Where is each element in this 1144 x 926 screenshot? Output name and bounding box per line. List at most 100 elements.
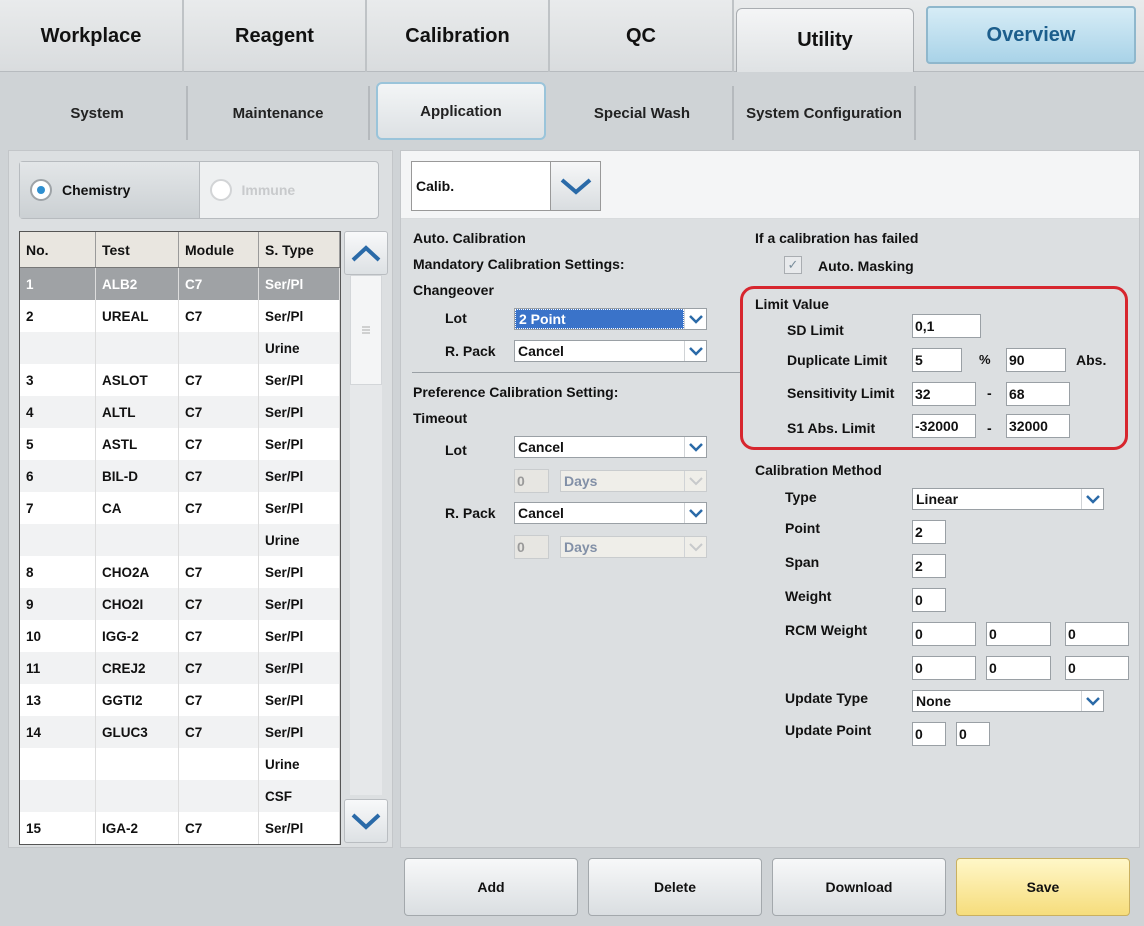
- table-row[interactable]: 15 IGA-2 C7 Ser/Pl: [20, 812, 340, 844]
- table-row[interactable]: 9 CHO2I C7 Ser/Pl: [20, 588, 340, 620]
- timeout-rpack-select[interactable]: Cancel: [514, 502, 707, 524]
- column-header-stype[interactable]: S. Type: [259, 232, 340, 267]
- auto-calibration-title: Auto. Calibration: [413, 230, 526, 246]
- table-row[interactable]: Urine: [20, 524, 340, 556]
- tab-calibration[interactable]: Calibration: [367, 0, 550, 72]
- radio-selected-icon: [30, 179, 52, 201]
- table-row[interactable]: 5 ASTL C7 Ser/Pl: [20, 428, 340, 460]
- cell-no: 1: [20, 268, 96, 300]
- subtab-system-configuration[interactable]: System Configuration: [734, 86, 916, 140]
- timeout-lot-days-unit: Days: [564, 473, 598, 489]
- radio-chemistry[interactable]: Chemistry: [20, 162, 200, 218]
- table-row[interactable]: Urine: [20, 332, 340, 364]
- timeout-rpack-days-input[interactable]: 0: [514, 535, 549, 559]
- column-header-no[interactable]: No.: [20, 232, 96, 267]
- cell-module: C7: [179, 652, 259, 684]
- radio-immune[interactable]: Immune: [200, 162, 379, 218]
- scrollbar-thumb[interactable]: [350, 275, 382, 385]
- chevron-down-icon: [684, 341, 706, 361]
- changeover-rpack-label: R. Pack: [445, 343, 496, 359]
- cell-module: C7: [179, 460, 259, 492]
- table-row[interactable]: 4 ALTL C7 Ser/Pl: [20, 396, 340, 428]
- tab-qc[interactable]: QC: [550, 0, 734, 72]
- table-row[interactable]: 6 BIL-D C7 Ser/Pl: [20, 460, 340, 492]
- table-row[interactable]: 1 ALB2 C7 Ser/Pl: [20, 268, 340, 300]
- rcm-weight-input-4[interactable]: 0: [912, 656, 976, 680]
- auto-masking-label: Auto. Masking: [818, 258, 914, 274]
- timeout-lot-days-unit-select[interactable]: Days: [560, 470, 707, 492]
- cell-stype: Ser/Pl: [259, 268, 340, 300]
- table-row[interactable]: 10 IGG-2 C7 Ser/Pl: [20, 620, 340, 652]
- point-label: Point: [785, 520, 820, 536]
- column-header-test[interactable]: Test: [96, 232, 179, 267]
- weight-input[interactable]: 0: [912, 588, 946, 612]
- update-type-select[interactable]: None: [912, 690, 1104, 712]
- cell-test: ALB2: [96, 268, 179, 300]
- cell-no: [20, 332, 96, 364]
- scroll-down-button[interactable]: [344, 799, 388, 843]
- type-value: Linear: [916, 491, 959, 507]
- tab-reagent[interactable]: Reagent: [184, 0, 367, 72]
- table-body: 1 ALB2 C7 Ser/Pl 2 UREAL C7 Ser/Pl Urine 3 ASLOT C7…: [20, 268, 340, 844]
- type-label: Type: [785, 489, 817, 505]
- table-row[interactable]: Urine: [20, 748, 340, 780]
- scroll-up-button[interactable]: [344, 231, 388, 275]
- rcm-weight-input-3[interactable]: 0: [1065, 622, 1129, 646]
- rcm-weight-input-1[interactable]: 0: [912, 622, 976, 646]
- table-row[interactable]: CSF: [20, 780, 340, 812]
- chevron-down-icon: [684, 537, 706, 557]
- timeout-lot-days-input[interactable]: 0: [514, 469, 549, 493]
- subtab-application[interactable]: Application: [376, 82, 546, 140]
- category-dropdown[interactable]: Calib.: [411, 161, 601, 211]
- table-row[interactable]: 8 CHO2A C7 Ser/Pl: [20, 556, 340, 588]
- table-row[interactable]: 13 GGTI2 C7 Ser/Pl: [20, 684, 340, 716]
- auto-masking-checkbox[interactable]: ✓: [784, 256, 802, 274]
- subtab-maintenance[interactable]: Maintenance: [188, 86, 370, 140]
- changeover-rpack-select[interactable]: Cancel: [514, 340, 707, 362]
- table-row[interactable]: 11 CREJ2 C7 Ser/Pl: [20, 652, 340, 684]
- span-input[interactable]: 2: [912, 554, 946, 578]
- timeout-rpack-days-unit-select[interactable]: Days: [560, 536, 707, 558]
- cell-no: [20, 524, 96, 556]
- tab-overview[interactable]: Overview: [926, 6, 1136, 64]
- changeover-lot-select[interactable]: 2 Point: [514, 308, 707, 330]
- rcm-weight-input-5[interactable]: 0: [986, 656, 1051, 680]
- column-header-module[interactable]: Module: [179, 232, 259, 267]
- table-row[interactable]: 7 CA C7 Ser/Pl: [20, 492, 340, 524]
- rcm-weight-input-2[interactable]: 0: [986, 622, 1051, 646]
- table-row[interactable]: 14 GLUC3 C7 Ser/Pl: [20, 716, 340, 748]
- cell-test: CHO2A: [96, 556, 179, 588]
- type-select[interactable]: Linear: [912, 488, 1104, 510]
- cell-stype: Urine: [259, 332, 340, 364]
- tab-utility[interactable]: Utility: [736, 8, 914, 72]
- update-point-label: Update Point: [785, 722, 872, 738]
- update-point-input-2[interactable]: 0: [956, 722, 990, 746]
- subtab-system[interactable]: System: [8, 86, 188, 140]
- cell-module: [179, 748, 259, 780]
- chevron-down-icon: [560, 178, 591, 195]
- table-row[interactable]: 2 UREAL C7 Ser/Pl: [20, 300, 340, 332]
- timeout-lot-value: Cancel: [518, 439, 564, 455]
- checkmark-icon: ✓: [787, 257, 799, 272]
- save-button[interactable]: Save: [956, 858, 1130, 916]
- category-dropdown-button[interactable]: [550, 162, 600, 210]
- tab-workplace[interactable]: Workplace: [0, 0, 184, 72]
- cell-module: [179, 332, 259, 364]
- timeout-lot-select[interactable]: Cancel: [514, 436, 707, 458]
- cell-test: GLUC3: [96, 716, 179, 748]
- cell-test: UREAL: [96, 300, 179, 332]
- delete-button[interactable]: Delete: [588, 858, 762, 916]
- cell-test: ALTL: [96, 396, 179, 428]
- cell-no: 9: [20, 588, 96, 620]
- changeover-title: Changeover: [413, 282, 494, 298]
- subtab-special-wash[interactable]: Special Wash: [552, 86, 734, 140]
- add-button[interactable]: Add: [404, 858, 578, 916]
- cell-stype: Ser/Pl: [259, 652, 340, 684]
- download-button[interactable]: Download: [772, 858, 946, 916]
- point-input[interactable]: 2: [912, 520, 946, 544]
- update-point-input-1[interactable]: 0: [912, 722, 946, 746]
- changeover-lot-label: Lot: [445, 310, 467, 326]
- rcm-weight-input-6[interactable]: 0: [1065, 656, 1129, 680]
- table-row[interactable]: 3 ASLOT C7 Ser/Pl: [20, 364, 340, 396]
- radio-chemistry-label: Chemistry: [62, 182, 131, 198]
